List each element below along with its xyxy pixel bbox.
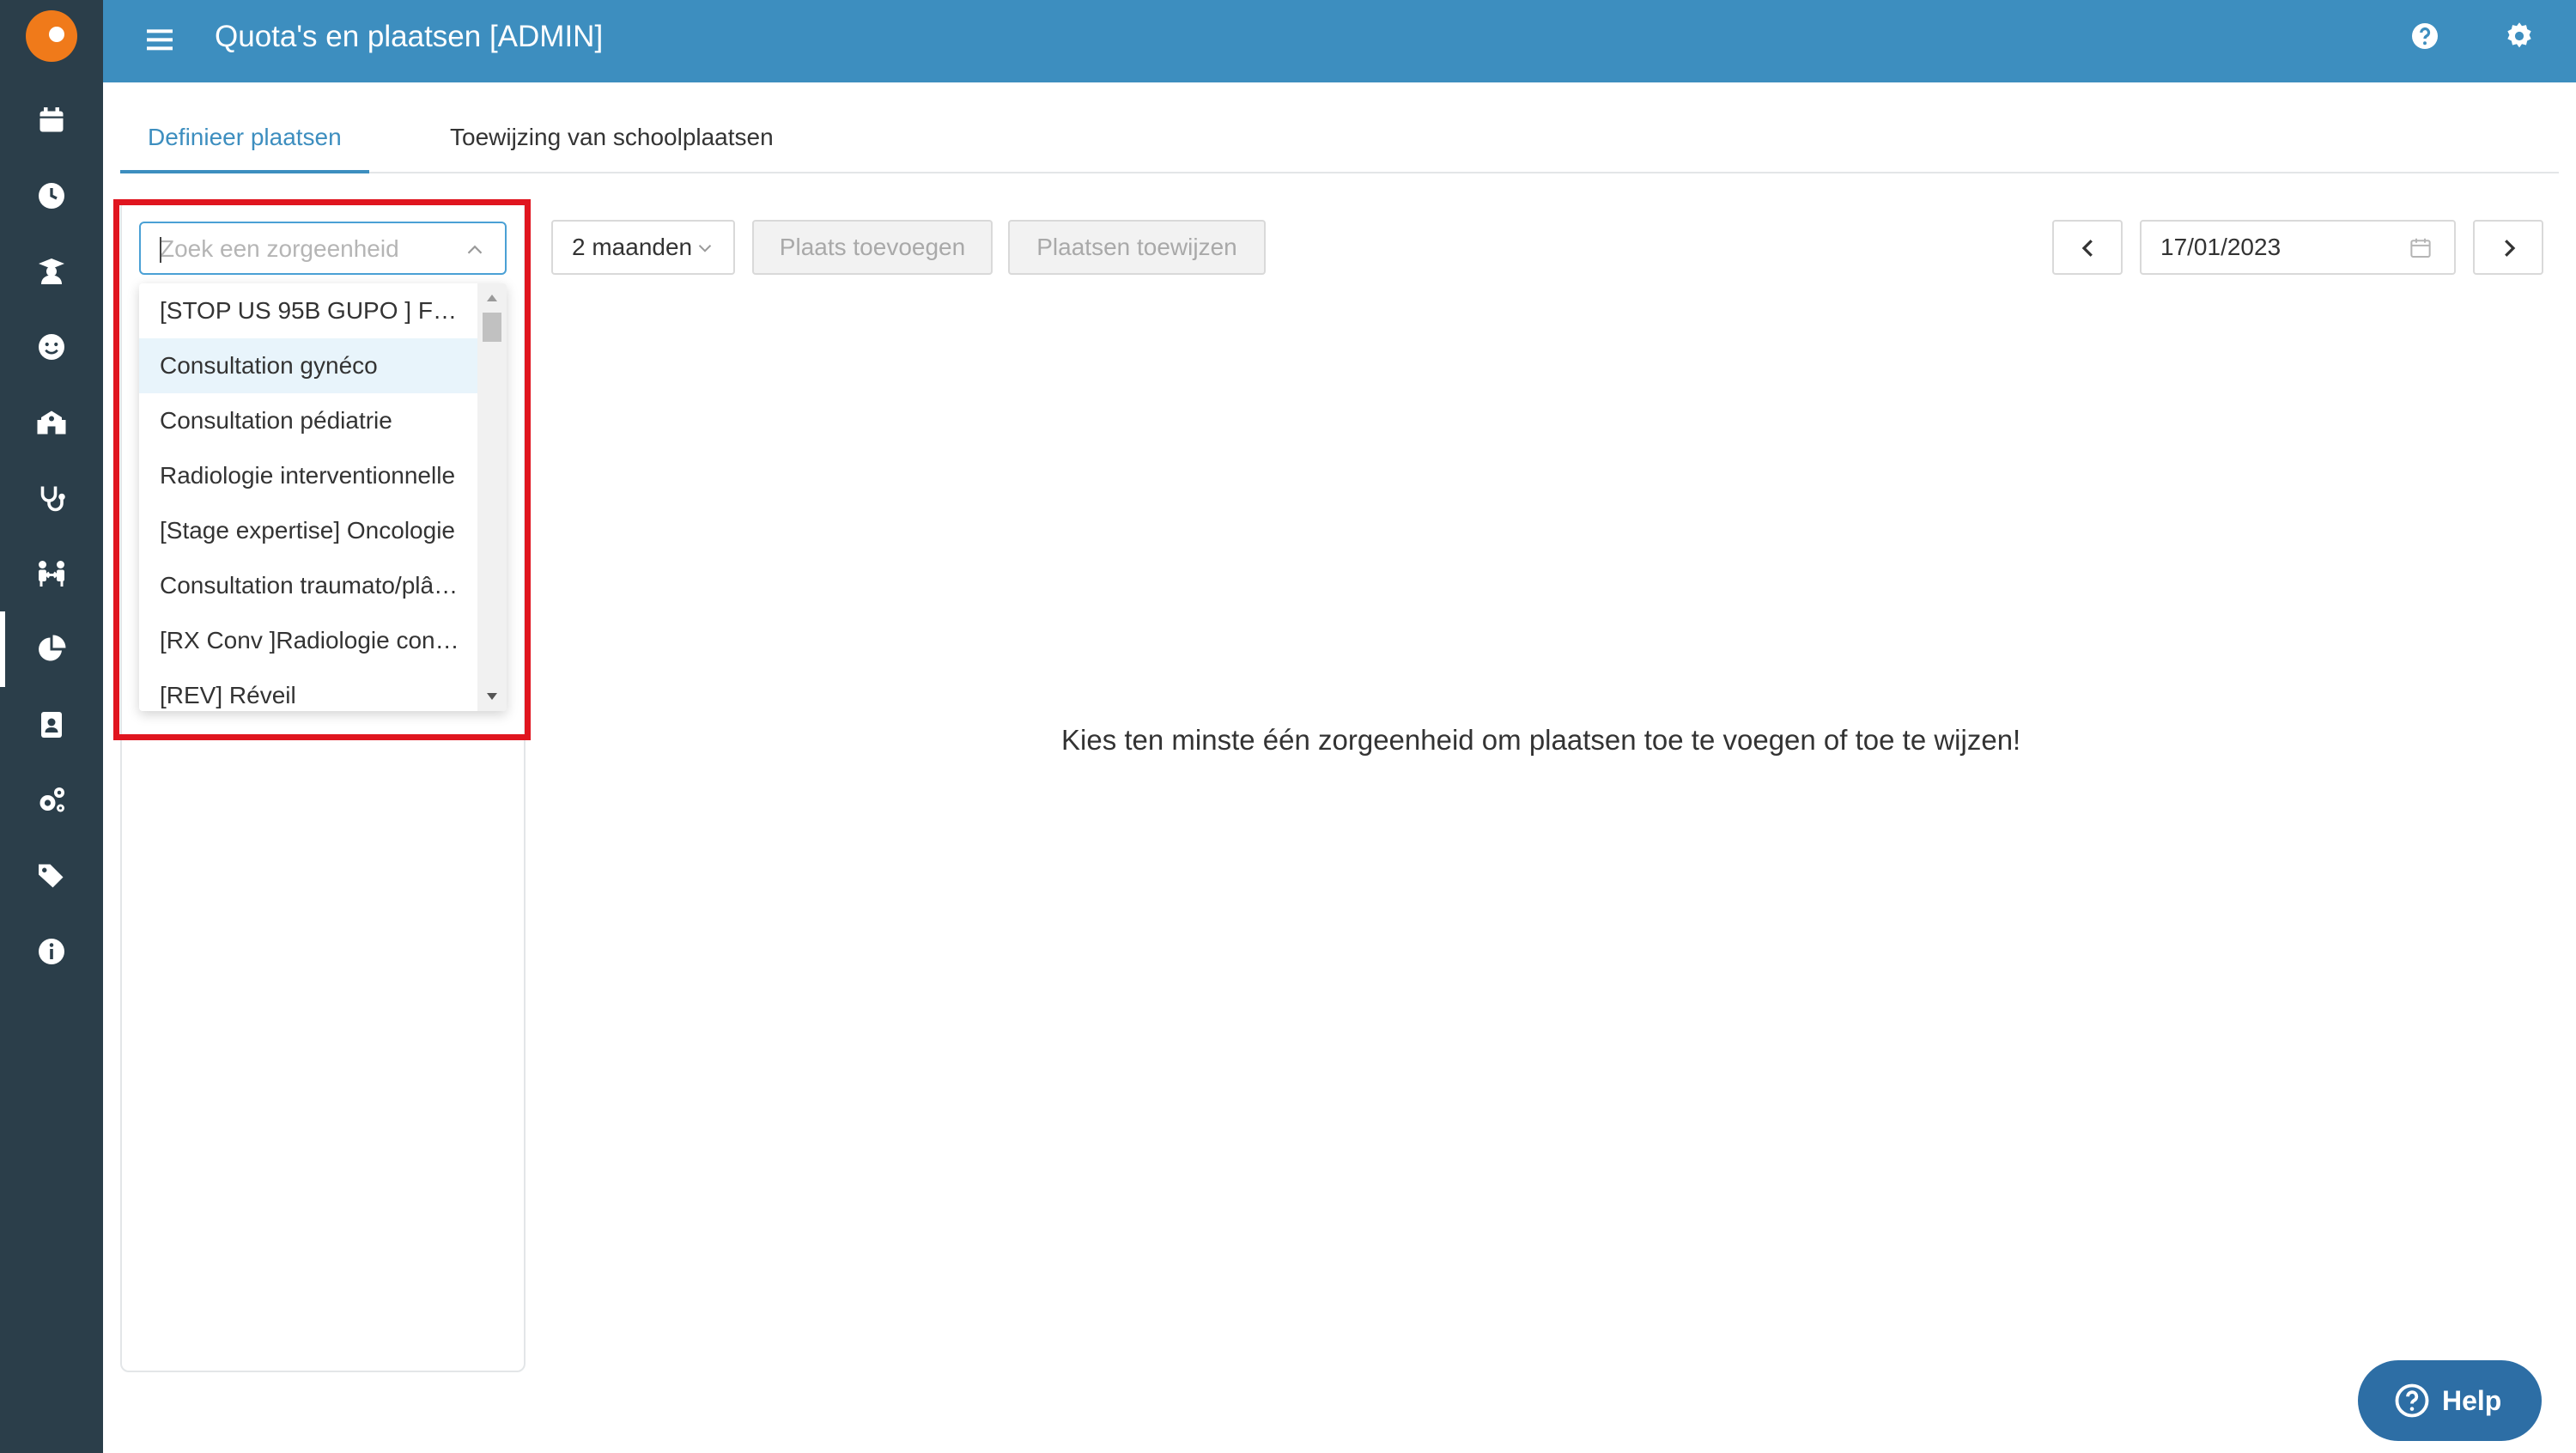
question-circle-icon bbox=[2412, 23, 2438, 49]
tab-school-assignment[interactable]: Toewijzing van schoolplaatsen bbox=[450, 122, 774, 173]
clock-icon bbox=[39, 183, 64, 209]
info-icon bbox=[39, 939, 64, 964]
dropdown-option[interactable]: Consultation pédiatrie bbox=[139, 393, 477, 448]
care-unit-select[interactable] bbox=[139, 222, 507, 275]
sidebar-item-settings[interactable] bbox=[0, 763, 103, 838]
menu-button[interactable] bbox=[143, 22, 177, 57]
sidebar-item-satisfaction[interactable] bbox=[0, 309, 103, 385]
previous-period-button[interactable] bbox=[2052, 220, 2123, 275]
sidebar-item-tags[interactable] bbox=[0, 838, 103, 914]
scroll-down-arrow-icon[interactable] bbox=[484, 690, 500, 702]
dropdown-option[interactable]: Consultation traumato/plâtre bbox=[139, 558, 477, 613]
chevron-down-icon bbox=[698, 245, 712, 252]
period-select-value: 2 maanden bbox=[572, 234, 693, 260]
help-floating-button[interactable]: Help bbox=[2358, 1360, 2542, 1441]
help-icon-button[interactable] bbox=[2409, 21, 2440, 52]
assign-places-button[interactable]: Plaatsen toewijzen bbox=[1008, 220, 1266, 275]
scrollbar-thumb[interactable] bbox=[483, 313, 501, 342]
date-picker[interactable]: 17/01/2023 bbox=[2140, 220, 2456, 275]
care-unit-dropdown: [STOP US 95B GUPO ] FERMÉ - Urgences... … bbox=[139, 283, 507, 711]
settings-button[interactable] bbox=[2504, 21, 2535, 52]
care-unit-search-input[interactable] bbox=[160, 234, 452, 264]
next-period-button[interactable] bbox=[2473, 220, 2543, 275]
cogs-icon bbox=[39, 787, 64, 812]
sidebar-item-badges[interactable] bbox=[0, 687, 103, 763]
dropdown-option[interactable]: [Stage expertise] Oncologie bbox=[139, 503, 477, 558]
app-logo[interactable] bbox=[24, 9, 79, 64]
help-button-label: Help bbox=[2442, 1384, 2502, 1416]
add-place-button[interactable]: Plaats toevoegen bbox=[752, 220, 993, 275]
period-select[interactable]: 2 maanden bbox=[551, 220, 735, 275]
dropdown-scrollbar[interactable] bbox=[477, 283, 507, 711]
calendar-icon bbox=[39, 107, 64, 132]
gear-icon bbox=[2507, 22, 2531, 48]
tags-icon bbox=[39, 864, 64, 888]
tab-define-places[interactable]: Definieer plaatsen bbox=[120, 122, 369, 173]
empty-state-message: Kies ten minste één zorgeenheid om plaat… bbox=[1061, 724, 2021, 756]
school-icon bbox=[37, 410, 66, 435]
pie-chart-icon bbox=[39, 635, 66, 661]
people-exchange-icon bbox=[39, 561, 64, 587]
chevron-up-icon[interactable] bbox=[462, 237, 488, 263]
date-picker-value: 17/01/2023 bbox=[2160, 234, 2281, 260]
page-title: Quota's en plaatsen [ADMIN] bbox=[215, 20, 604, 53]
graduate-icon bbox=[39, 258, 64, 284]
dropdown-option[interactable]: Consultation gynéco bbox=[139, 338, 477, 393]
app-root: Quota's en plaatsen [ADMIN] Definieer pl… bbox=[0, 0, 2576, 1453]
sidebar-item-calendar[interactable] bbox=[0, 82, 103, 158]
sidebar bbox=[0, 0, 103, 1453]
sidebar-item-exchange[interactable] bbox=[0, 536, 103, 611]
calendar-outline-icon bbox=[2410, 238, 2431, 258]
sidebar-item-clock[interactable] bbox=[0, 158, 103, 234]
tab-bar: Definieer plaatsen Toewijzing van school… bbox=[120, 112, 2559, 173]
sidebar-item-medical[interactable] bbox=[0, 460, 103, 536]
sidebar-item-quotas[interactable] bbox=[0, 611, 103, 687]
dropdown-option[interactable]: [STOP US 95B GUPO ] FERMÉ - Urgences... bbox=[139, 283, 477, 338]
dropdown-option[interactable]: [REV] Réveil bbox=[139, 668, 477, 711]
top-header: Quota's en plaatsen [ADMIN] bbox=[103, 0, 2576, 82]
id-badge-icon bbox=[41, 712, 62, 738]
question-circle-icon bbox=[2395, 1383, 2429, 1418]
dropdown-option[interactable]: [RX Conv ]Radiologie conventionnelle bbox=[139, 613, 477, 668]
stethoscope-icon bbox=[40, 486, 65, 512]
sidebar-item-info[interactable] bbox=[0, 914, 103, 989]
sidebar-item-students[interactable] bbox=[0, 234, 103, 309]
dropdown-option[interactable]: Radiologie interventionnelle bbox=[139, 448, 477, 503]
chevron-right-icon bbox=[2505, 240, 2516, 257]
chevron-left-icon bbox=[2081, 240, 2093, 257]
sidebar-item-schools[interactable] bbox=[0, 385, 103, 460]
text-cursor bbox=[160, 237, 161, 263]
smiley-icon bbox=[39, 334, 64, 360]
hamburger-icon bbox=[147, 29, 173, 51]
scroll-up-arrow-icon[interactable] bbox=[484, 292, 500, 304]
